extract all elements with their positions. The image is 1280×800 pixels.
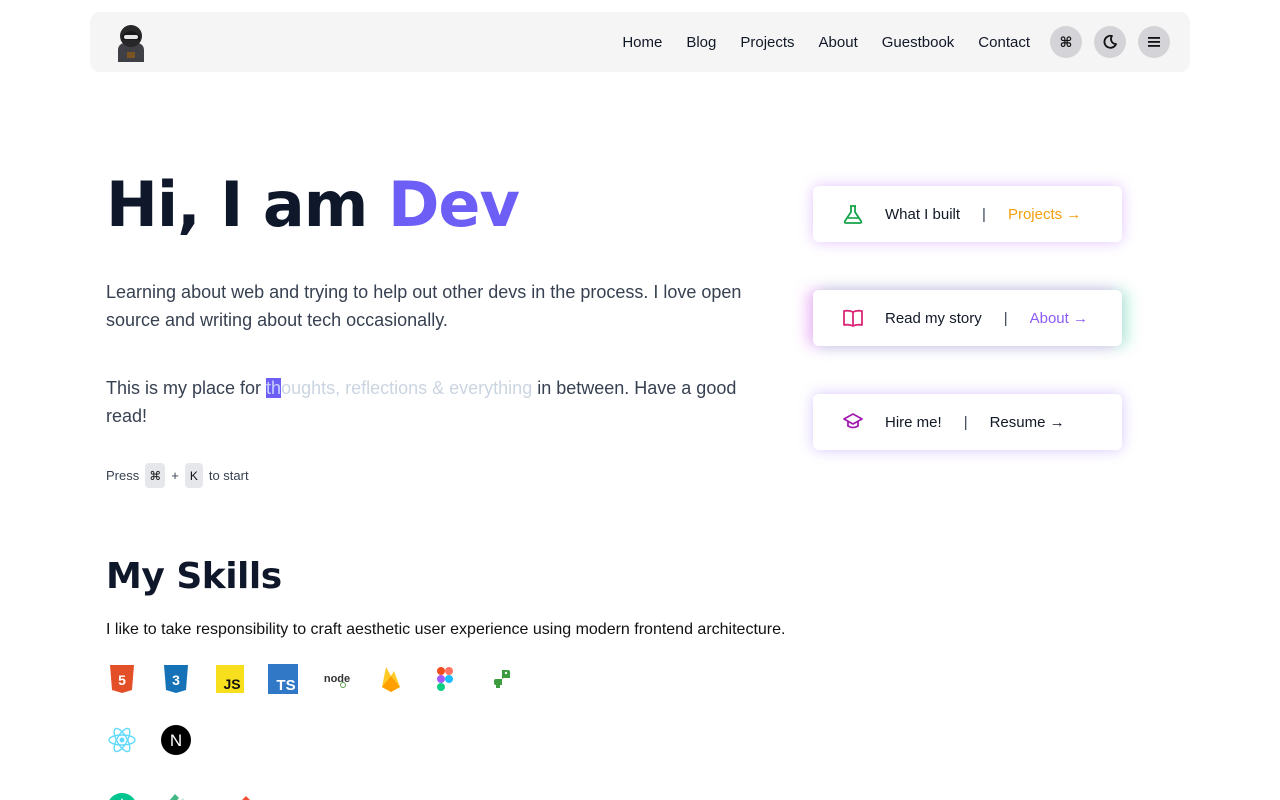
keyboard-hint: Press ⌘ + K to start — [106, 463, 249, 488]
intro-text: Learning about web and trying to help ou… — [106, 282, 742, 330]
nav-contact[interactable]: Contact — [978, 34, 1030, 51]
tagline-prefix: This is my place for — [106, 378, 267, 398]
menu-button[interactable] — [1138, 26, 1170, 58]
press-suffix: to start — [208, 468, 249, 483]
javascript-icon: JS — [214, 663, 246, 695]
node-label: node — [324, 673, 350, 685]
html5-label: 5 — [118, 672, 126, 688]
tagline-typed-highlight: th — [266, 378, 282, 398]
skills-description: I like to take responsibility to craft a… — [106, 621, 786, 638]
figma-icon — [429, 663, 461, 695]
tagline-faded: oughts, reflections & everything — [281, 378, 533, 398]
typescript-icon: TS — [267, 663, 299, 695]
python-icon — [486, 663, 518, 695]
tagline: This is my place for thoughts, reflectio… — [106, 374, 766, 430]
nodejs-icon: node — [321, 663, 353, 695]
nuxt-icon — [106, 784, 138, 800]
about-link[interactable]: About → — [1030, 310, 1088, 327]
card-about[interactable]: Read my story | About → — [813, 290, 1122, 346]
nextjs-icon: N — [160, 724, 192, 756]
react-icon — [106, 724, 138, 756]
ts-label: TS — [276, 677, 295, 694]
nav-links: Home Blog Projects About Guestbook Conta… — [622, 12, 1030, 72]
kbd-cmd: ⌘ — [145, 463, 166, 488]
press-plus: + — [171, 468, 179, 483]
card-label: Hire me! — [885, 413, 942, 431]
kbd-k: K — [184, 463, 203, 488]
resume-link[interactable]: Resume → — [990, 414, 1065, 431]
projects-link[interactable]: Projects → — [1008, 206, 1081, 223]
css3-icon: 3 — [160, 663, 192, 695]
vue-icon — [160, 784, 192, 800]
flask-icon — [841, 202, 865, 226]
hero-title: Hi, I am Dev — [106, 168, 520, 241]
book-icon — [841, 306, 865, 330]
navbar: Home Blog Projects About Guestbook Conta… — [90, 12, 1190, 72]
firebase-icon — [375, 663, 407, 695]
card-projects[interactable]: What I built | Projects → — [813, 186, 1122, 242]
nav-projects[interactable]: Projects — [740, 34, 794, 51]
card-separator: | — [963, 413, 968, 431]
moon-icon — [1103, 34, 1117, 49]
css3-label: 3 — [172, 672, 180, 688]
nav-about[interactable]: About — [819, 34, 858, 51]
hamburger-icon — [1148, 37, 1160, 47]
html5-icon: 5 — [106, 663, 138, 695]
hero-greeting: Hi, I am — [106, 168, 388, 241]
nav-guestbook[interactable]: Guestbook — [882, 34, 955, 51]
card-separator: | — [1003, 309, 1008, 327]
nav-home[interactable]: Home — [622, 34, 662, 51]
skills-title: My Skills — [106, 556, 282, 597]
card-label: What I built — [885, 205, 961, 223]
graduation-cap-icon — [841, 410, 865, 434]
git-icon — [230, 784, 262, 800]
avatar-logo[interactable] — [114, 22, 148, 62]
command-palette-button[interactable]: ⌘ — [1050, 26, 1082, 58]
nav-blog[interactable]: Blog — [686, 34, 716, 51]
card-label: Read my story — [885, 309, 982, 327]
card-separator: | — [982, 205, 986, 223]
command-icon: ⌘ — [1059, 33, 1073, 50]
js-label: JS — [223, 676, 240, 692]
hero-name: Dev — [387, 168, 520, 241]
next-label: N — [170, 731, 182, 750]
theme-toggle-button[interactable] — [1094, 26, 1126, 58]
press-label: Press — [106, 468, 140, 483]
card-hire[interactable]: Hire me! | Resume → — [813, 394, 1122, 450]
